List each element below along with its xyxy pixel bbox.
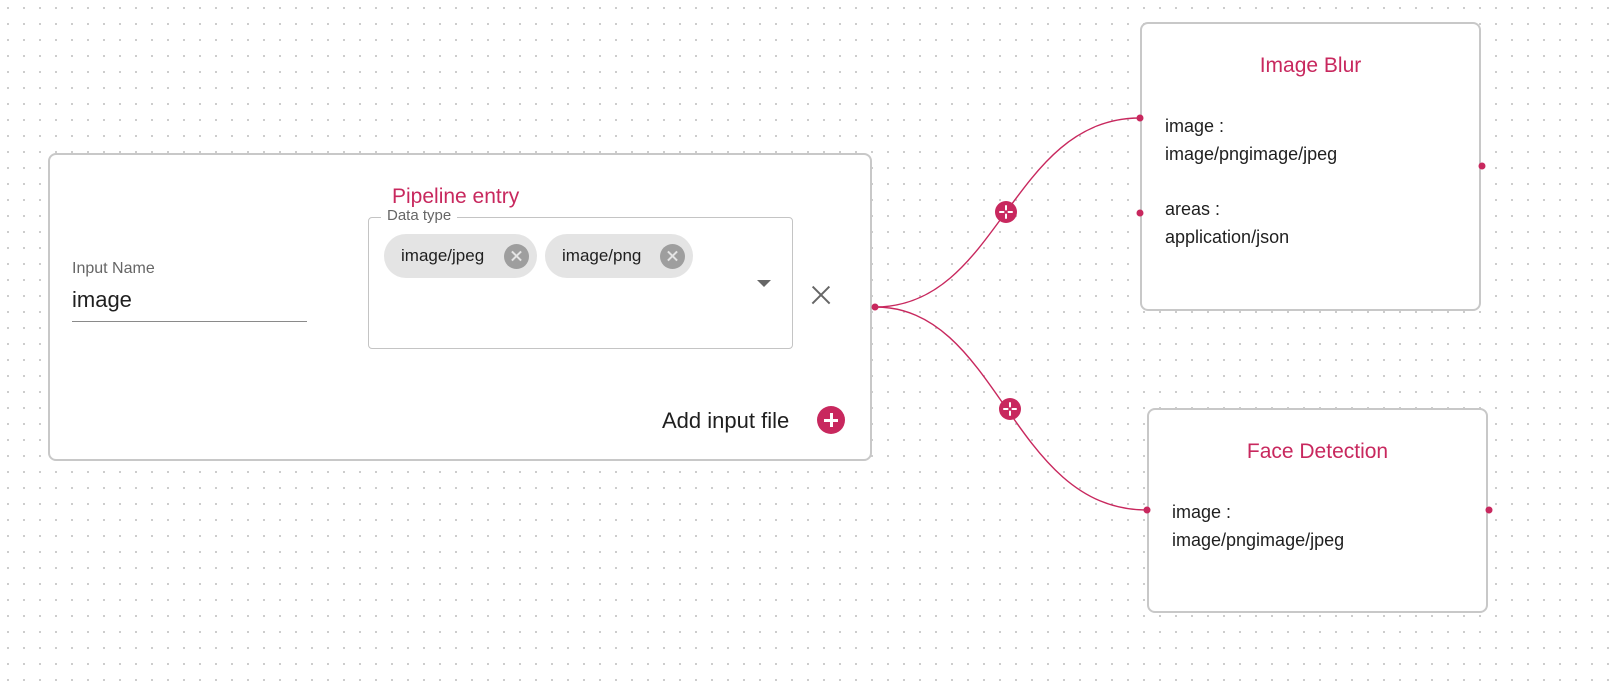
chip-label: image/jpeg (401, 246, 485, 265)
face-detection-title: Face Detection (1246, 440, 1389, 463)
input-name-label: Input Name (72, 260, 155, 277)
chip-remove-icon[interactable] (504, 243, 529, 269)
chip-remove-icon[interactable] (660, 243, 685, 269)
param-types: image/pngimage/jpeg (1172, 530, 1345, 550)
param-areas: areas : application/json (1165, 195, 1337, 251)
data-type-chip-jpeg[interactable]: image/jpeg (384, 234, 537, 278)
pipeline-entry-title: Pipeline entry (392, 185, 520, 208)
data-type-select[interactable]: Data type image/jpeg image/png (368, 207, 793, 349)
param-types: image/pngimage/jpeg (1165, 144, 1338, 164)
node-params: image : image/pngimage/jpeg (1172, 498, 1344, 581)
add-input-file-button[interactable] (817, 406, 845, 434)
node-params: image : image/pngimage/jpeg areas : appl… (1165, 112, 1337, 278)
pipeline-entry-node[interactable]: Pipeline entry Input Name image Data typ… (48, 153, 872, 461)
face-detection-node[interactable]: Face Detection image : image/pngimage/jp… (1147, 408, 1488, 613)
param-image: image : image/pngimage/jpeg (1172, 498, 1344, 554)
add-input-file-label: Add input file (662, 408, 790, 433)
param-name: areas : (1165, 199, 1221, 219)
close-icon[interactable] (806, 280, 836, 310)
edge-remove-icon[interactable] (995, 201, 1017, 223)
entry-output-port[interactable] (871, 303, 879, 311)
image-blur-title: Image Blur (1259, 54, 1362, 77)
input-name-field[interactable]: Input Name image (72, 260, 307, 322)
param-image: image : image/pngimage/jpeg (1165, 112, 1337, 168)
param-types: application/json (1165, 227, 1290, 247)
param-name: image : (1165, 116, 1225, 136)
input-name-input[interactable]: image (72, 287, 307, 322)
data-type-label: Data type (381, 207, 458, 224)
edge-remove-icon[interactable] (999, 398, 1021, 420)
dropdown-arrow-icon[interactable] (757, 280, 771, 287)
data-type-chip-png[interactable]: image/png (545, 234, 693, 278)
image-blur-node[interactable]: Image Blur image : image/pngimage/jpeg a… (1140, 22, 1481, 311)
param-name: image : (1172, 502, 1232, 522)
chip-label: image/png (562, 246, 642, 265)
